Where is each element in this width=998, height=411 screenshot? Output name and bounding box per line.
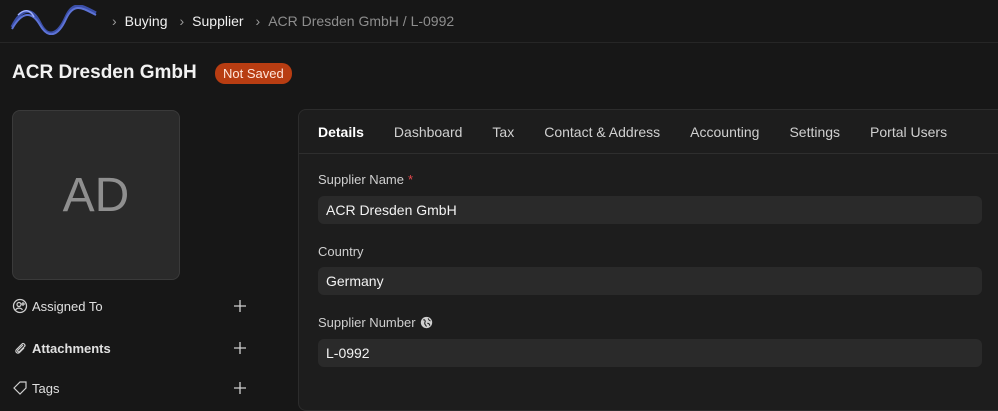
chevron-right-icon: ›: [255, 13, 261, 29]
breadcrumb-buying[interactable]: Buying: [125, 13, 168, 29]
paperclip-icon: [15, 342, 26, 354]
avatar-initials: AD: [62, 168, 130, 222]
country-label: Country: [318, 244, 364, 259]
tab-dashboard[interactable]: Dashboard: [394, 124, 463, 140]
supplier-number-label: Supplier Number: [318, 315, 433, 330]
globe-icon: [420, 316, 432, 329]
supplier-number-label-text: Supplier Number: [318, 315, 416, 330]
sidebar-item-assigned-to[interactable]: Assigned To: [12, 294, 248, 318]
sidebar-item-label: Assigned To: [32, 298, 103, 314]
sidebar-item-label: Tags: [32, 380, 60, 396]
tab-tax[interactable]: Tax: [492, 124, 514, 140]
required-indicator: *: [408, 172, 414, 187]
breadcrumb-supplier[interactable]: Supplier: [192, 13, 243, 29]
page-title: ACR Dresden GmbH: [12, 62, 197, 83]
add-attachment-icon[interactable]: [232, 340, 248, 356]
tab-details[interactable]: Details: [318, 124, 364, 140]
supplier-name-label-text: Supplier Name: [318, 172, 404, 187]
supplier-name-input[interactable]: [318, 196, 982, 224]
sidebar-item-label: Attachments: [32, 340, 111, 356]
navbar: › Buying › Supplier › ACR Dresden GmbH /…: [0, 0, 998, 43]
tab-bar: Details Dashboard Tax Contact & Address …: [299, 110, 998, 154]
avatar[interactable]: AD: [12, 110, 180, 280]
sidebar-item-attachments[interactable]: Attachments: [12, 336, 248, 360]
sidebar-item-tags[interactable]: Tags: [12, 376, 248, 400]
country-input[interactable]: [318, 267, 982, 295]
status-badge: Not Saved: [215, 63, 292, 84]
breadcrumb: › Buying › Supplier › ACR Dresden GmbH /…: [112, 0, 466, 42]
add-tag-icon[interactable]: [232, 380, 248, 396]
chevron-right-icon: ›: [112, 13, 117, 29]
supplier-number-input[interactable]: [318, 339, 982, 367]
tab-portal-users[interactable]: Portal Users: [870, 124, 947, 140]
tab-settings[interactable]: Settings: [789, 124, 840, 140]
form-panel: Details Dashboard Tax Contact & Address …: [298, 109, 998, 411]
country-label-text: Country: [318, 244, 364, 259]
tab-accounting[interactable]: Accounting: [690, 124, 759, 140]
chevron-right-icon: ›: [179, 13, 185, 29]
breadcrumb-current: ACR Dresden GmbH / L-0992: [268, 13, 455, 29]
app-logo-icon[interactable]: [10, 5, 98, 35]
add-assignee-icon[interactable]: [232, 298, 248, 314]
supplier-name-label: Supplier Name *: [318, 172, 413, 187]
tag-icon: [13, 381, 27, 395]
assign-user-icon: [12, 298, 28, 314]
tab-contact-address[interactable]: Contact & Address: [544, 124, 660, 140]
